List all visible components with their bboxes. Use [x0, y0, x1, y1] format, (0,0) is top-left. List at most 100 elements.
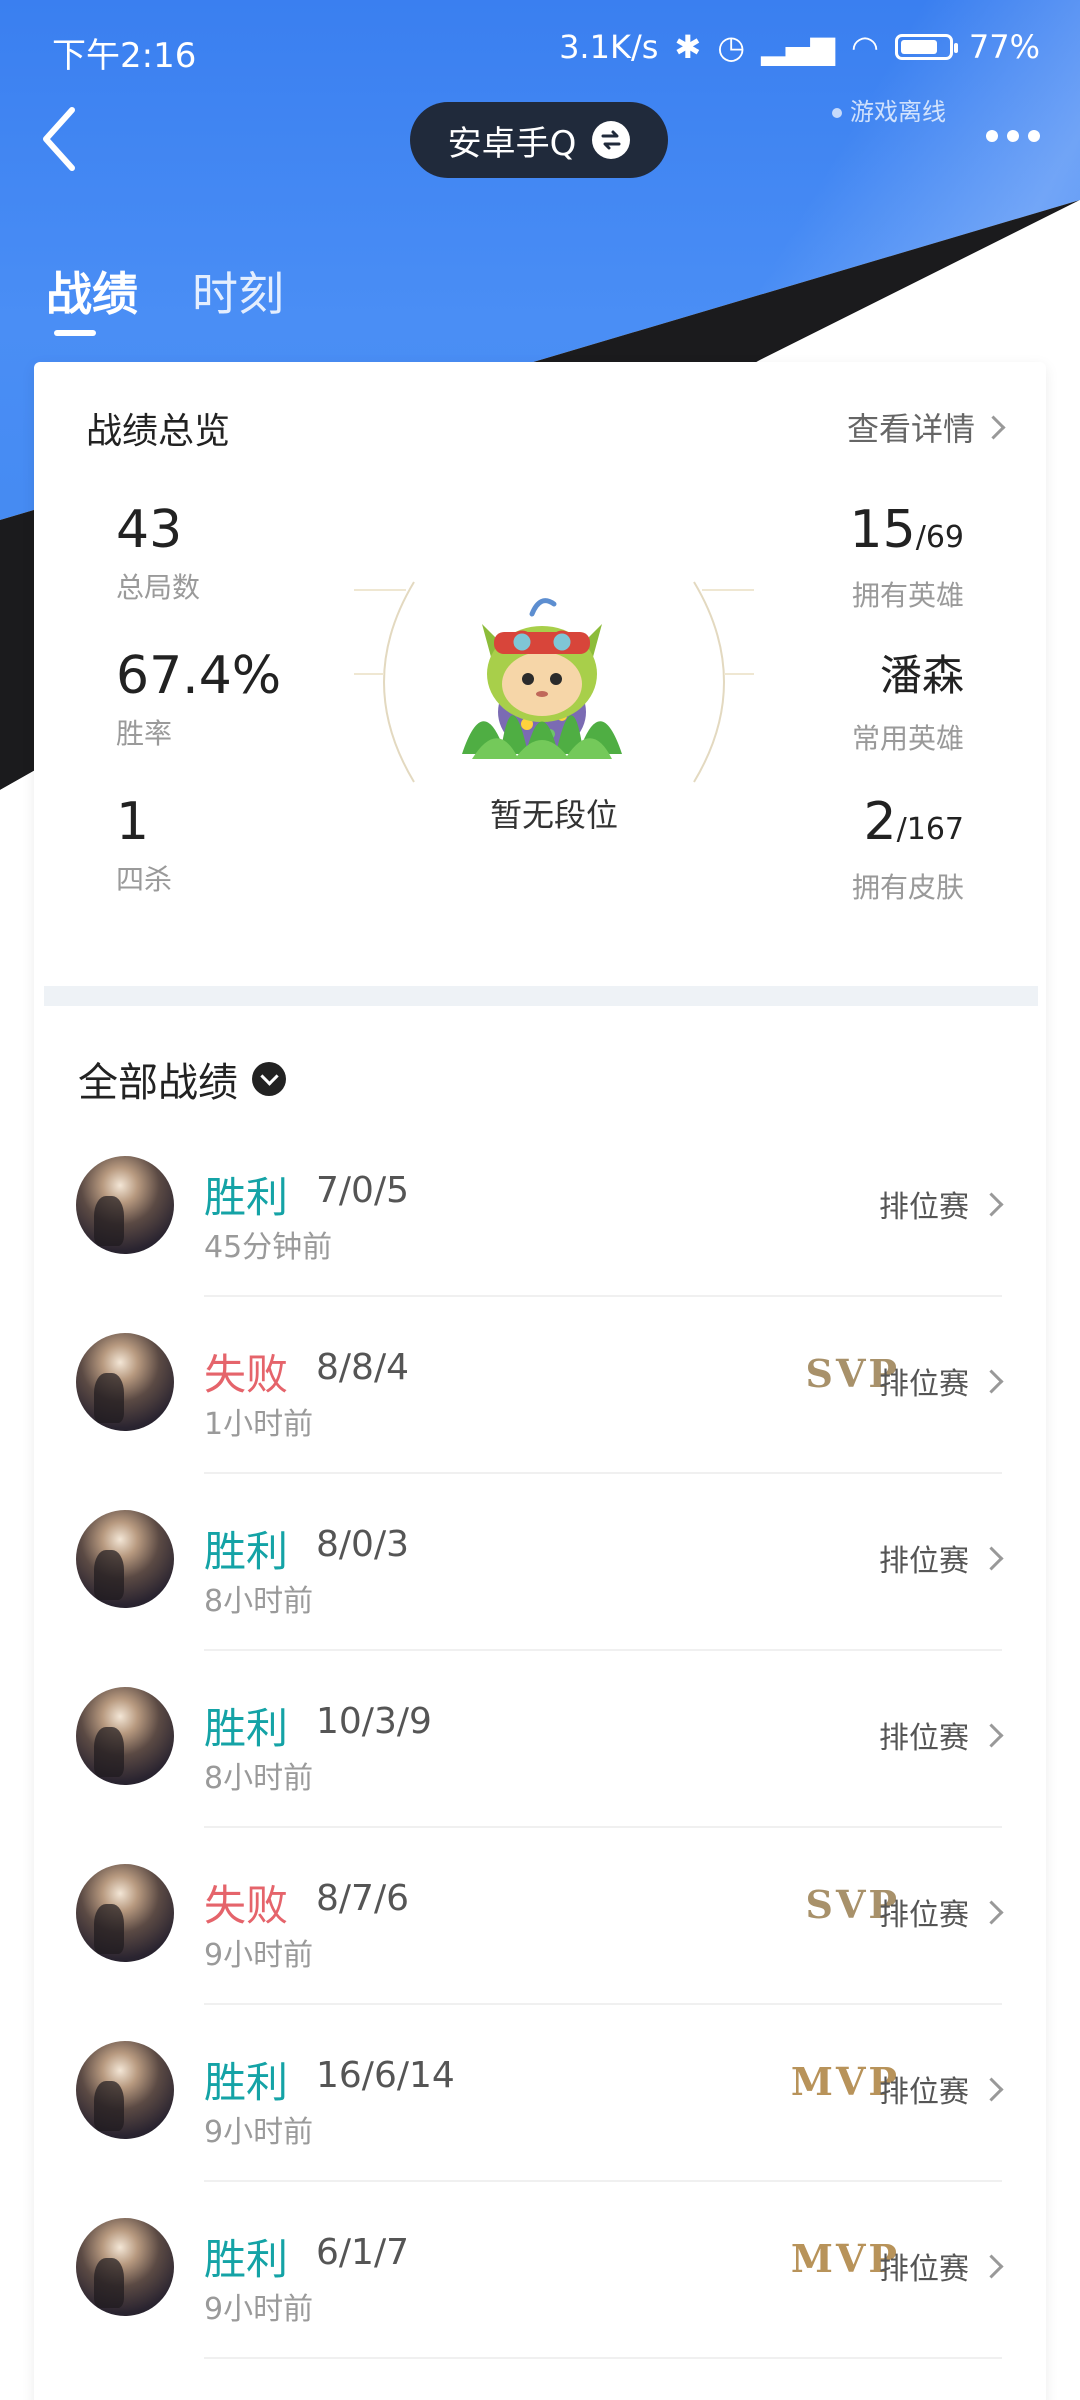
match-kda: 8/0/3	[316, 1524, 409, 1565]
match-row[interactable]: 胜利 6/1/7 9小时前 MVP 排位赛	[34, 2182, 1046, 2359]
match-mode-label: 排位赛	[879, 1898, 969, 1933]
match-mode-label: 排位赛	[879, 1190, 969, 1225]
stat-total: /167	[896, 812, 964, 847]
stat-value: 1	[116, 792, 150, 852]
match-time: 1小时前	[204, 1407, 314, 1442]
status-dot	[832, 108, 842, 118]
match-row[interactable]: 胜利 8/0/3 8小时前 排位赛	[34, 1474, 1046, 1651]
record-card: 战绩总览 查看详情 43 总局数 67.4% 胜率 1 四杀 15/69 拥有英…	[34, 362, 1046, 2400]
stat-total-games: 43 总局数	[116, 502, 200, 606]
match-kda: 10/3/9	[316, 1701, 432, 1742]
section-divider	[44, 986, 1038, 1006]
rank-mascot-icon	[462, 598, 622, 759]
match-mode: 排位赛	[879, 2244, 1004, 2288]
stat-value: 15	[849, 500, 916, 560]
match-time: 9小时前	[204, 1938, 314, 1973]
match-result: 胜利	[204, 1173, 289, 1222]
match-result: 胜利	[204, 1527, 289, 1576]
match-filter[interactable]: 全部战绩	[78, 1050, 286, 1108]
match-time: 8小时前	[204, 1584, 314, 1619]
hero-avatar	[76, 1156, 174, 1254]
battery-percent: 77%	[968, 28, 1040, 66]
match-kda: 8/8/4	[316, 1347, 409, 1388]
tab-record[interactable]: 战绩	[46, 258, 138, 336]
bluetooth-icon: ✱	[674, 28, 702, 66]
hero-avatar	[76, 1687, 174, 1785]
view-details-label: 查看详情	[846, 410, 975, 448]
match-row[interactable]: 胜利 16/6/14 9小时前 MVP 排位赛	[34, 2005, 1046, 2182]
hero-avatar	[76, 2041, 174, 2139]
chevron-right-icon	[979, 2253, 1004, 2279]
match-mode: 排位赛	[879, 2067, 1004, 2111]
account-switcher[interactable]: 安卓手Q	[410, 102, 668, 178]
stat-label: 胜率	[116, 717, 173, 750]
match-time: 8小时前	[204, 1761, 314, 1796]
stat-value: 2	[863, 792, 897, 852]
chevron-right-icon	[981, 414, 1006, 440]
more-dot-icon	[986, 130, 998, 142]
stat-label: 拥有皮肤	[851, 871, 964, 904]
match-mode: 排位赛	[879, 1536, 1004, 1580]
stat-label: 常用英雄	[851, 722, 964, 755]
stat-owned-heroes: 15/69 拥有英雄	[850, 502, 964, 614]
battery-icon	[894, 34, 958, 60]
chevron-left-icon	[43, 107, 75, 171]
match-mode: 排位赛	[879, 1359, 1004, 1403]
overview-title: 战绩总览	[86, 411, 231, 452]
match-result: 胜利	[204, 1704, 289, 1753]
match-mode-label: 排位赛	[879, 2252, 969, 2287]
status-time: 下午2:16	[52, 36, 197, 76]
stat-label: 四杀	[116, 863, 173, 896]
chevron-right-icon	[979, 2076, 1004, 2102]
match-kda: 6/1/7	[316, 2232, 409, 2273]
more-dot-icon	[1007, 130, 1019, 142]
match-result: 胜利	[204, 2058, 289, 2107]
stat-favorite-hero: 潘森 常用英雄	[852, 648, 964, 757]
stat-owned-skins: 2/167 拥有皮肤	[852, 794, 964, 906]
match-row[interactable]: 失败 8/7/6 9小时前 SVP 排位赛	[34, 1828, 1046, 2005]
hero-avatar	[76, 1333, 174, 1431]
chevron-right-icon	[979, 1899, 1004, 1925]
match-mode-label: 排位赛	[879, 2075, 969, 2110]
view-details-link[interactable]: 查看详情	[846, 404, 1006, 450]
game-status: 游戏离线	[832, 92, 946, 127]
wifi-icon: ◠	[850, 28, 879, 66]
hero-avatar	[76, 2218, 174, 2316]
screen: 下午2:16 3.1K/s ✱ ◷ ▂▄▆ ◠ 77% 游戏离线 安卓手Q 战绩…	[0, 0, 1080, 2400]
match-row[interactable]: 胜利 10/3/9 8小时前 排位赛	[34, 1651, 1046, 1828]
signal-icon: ▂▄▆	[761, 28, 835, 66]
chevron-right-icon	[979, 1545, 1004, 1571]
match-mode: 排位赛	[879, 1890, 1004, 1934]
account-name: 安卓手Q	[447, 123, 577, 164]
match-mode: 排位赛	[879, 1713, 1004, 1757]
chevron-right-icon	[979, 1191, 1004, 1217]
tab-moments[interactable]: 时刻	[192, 258, 284, 324]
chevron-right-icon	[979, 1722, 1004, 1748]
stat-win-rate: 67.4% 胜率	[116, 648, 281, 752]
match-mode-label: 排位赛	[879, 1367, 969, 1402]
tab-bar: 战绩 时刻	[46, 258, 284, 336]
hero-avatar	[76, 1864, 174, 1962]
chevron-down-icon	[252, 1062, 286, 1096]
match-row[interactable]: 胜利 7/0/5 45分钟前 排位赛	[34, 1120, 1046, 1297]
match-kda: 8/7/6	[316, 1878, 409, 1919]
stat-label: 总局数	[116, 571, 201, 604]
match-mode: 排位赛	[879, 1182, 1004, 1226]
match-kda: 7/0/5	[316, 1170, 409, 1211]
match-row[interactable]: 失败 8/8/4 1小时前 SVP 排位赛	[34, 1297, 1046, 1474]
back-button[interactable]	[40, 104, 100, 184]
stat-value: 67.4%	[116, 646, 282, 706]
more-button[interactable]	[986, 130, 1040, 142]
match-mode-label: 排位赛	[879, 1544, 969, 1579]
rank-label: 暂无段位	[489, 796, 618, 834]
row-divider	[204, 2357, 1002, 2359]
game-status-label: 游戏离线	[850, 98, 946, 126]
match-kda: 16/6/14	[316, 2055, 455, 2096]
match-result: 胜利	[204, 2235, 289, 2284]
net-speed: 3.1K/s	[559, 28, 659, 66]
alarm-icon: ◷	[717, 28, 746, 66]
stat-label: 拥有英雄	[851, 579, 964, 612]
status-icons: 3.1K/s ✱ ◷ ▂▄▆ ◠ 77%	[559, 28, 1040, 66]
hero-avatar	[76, 1510, 174, 1608]
match-filter-label: 全部战绩	[78, 1060, 238, 1106]
